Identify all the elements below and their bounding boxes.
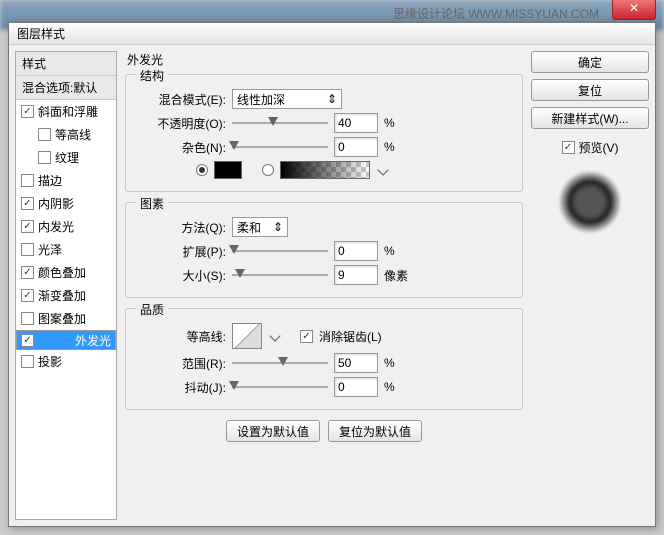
dialog-title: 图层样式 [9,23,655,45]
range-input[interactable] [334,353,378,373]
checkbox-icon[interactable] [21,312,34,325]
contour-picker[interactable] [232,323,262,349]
color-radio[interactable] [196,164,208,176]
preview-thumbnail [558,170,622,234]
sidebar-item-outer-glow[interactable]: ✓外发光 [16,330,116,350]
sidebar-item-stroke[interactable]: 描边 [16,169,116,192]
main-panel: 外发光 结构 混合模式(E): 线性加深⇕ 不透明度(O): % 杂色(N): … [125,51,523,520]
checkbox-icon[interactable] [21,355,34,368]
noise-input[interactable] [334,137,378,157]
unit-percent: % [384,140,395,154]
checkbox-icon[interactable] [38,128,51,141]
antialias-checkbox[interactable]: ✓ [300,330,313,343]
right-panel: 确定 复位 新建样式(W)... ✓ 预览(V) [531,51,649,520]
contour-label: 等高线: [136,328,226,345]
checkbox-icon[interactable]: ✓ [21,334,34,347]
new-style-button[interactable]: 新建样式(W)... [531,107,649,129]
spread-label: 扩展(P): [136,243,226,260]
sidebar-item-bevel[interactable]: ✓斜面和浮雕 [16,100,116,123]
glow-color-swatch[interactable] [214,161,242,179]
dropdown-icon[interactable] [269,330,280,341]
updown-icon: ⇕ [327,92,337,106]
preview-label: 预览(V) [579,139,619,156]
quality-group: 品质 等高线: ✓ 消除锯齿(L) 范围(R): % 抖动(J): % [125,308,523,410]
dropdown-icon[interactable] [377,164,388,175]
cancel-button[interactable]: 复位 [531,79,649,101]
unit-px: 像素 [384,267,408,284]
technique-label: 方法(Q): [136,219,226,236]
make-default-button[interactable]: 设置为默认值 [226,420,320,442]
checkbox-icon[interactable]: ✓ [21,105,34,118]
sidebar-item-drop-shadow[interactable]: 投影 [16,350,116,373]
technique-select[interactable]: 柔和⇕ [232,217,288,237]
checkbox-icon[interactable] [21,243,34,256]
noise-slider[interactable] [232,139,328,155]
blend-mode-select[interactable]: 线性加深⇕ [232,89,342,109]
size-input[interactable] [334,265,378,285]
updown-icon: ⇕ [273,220,283,234]
preview-checkbox[interactable]: ✓ [562,141,575,154]
sidebar-item-pattern-overlay[interactable]: 图案叠加 [16,307,116,330]
watermark-text: 思缘设计论坛 WWW.MISSYUAN.COM [393,7,599,21]
sidebar-item-color-overlay[interactable]: ✓颜色叠加 [16,261,116,284]
sidebar-item-inner-shadow[interactable]: ✓内阴影 [16,192,116,215]
checkbox-icon[interactable]: ✓ [21,197,34,210]
unit-percent: % [384,380,395,394]
group-label-structure: 结构 [136,67,168,84]
sidebar-item-satin[interactable]: 光泽 [16,238,116,261]
opacity-slider[interactable] [232,115,328,131]
reset-default-button[interactable]: 复位为默认值 [328,420,422,442]
spread-input[interactable] [334,241,378,261]
window-close-button[interactable]: ✕ [612,0,656,20]
sidebar-item-gradient-overlay[interactable]: ✓渐变叠加 [16,284,116,307]
styles-sidebar: 样式 混合选项:默认 ✓斜面和浮雕 等高线 纹理 描边 ✓内阴影 ✓内发光 光泽… [15,51,117,520]
checkbox-icon[interactable]: ✓ [21,266,34,279]
jitter-input[interactable] [334,377,378,397]
sidebar-header-styles[interactable]: 样式 [16,52,116,76]
range-slider[interactable] [232,355,328,371]
layer-style-dialog: 图层样式 样式 混合选项:默认 ✓斜面和浮雕 等高线 纹理 描边 ✓内阴影 ✓内… [8,22,656,527]
group-label-elements: 图素 [136,195,168,212]
unit-percent: % [384,244,395,258]
checkbox-icon[interactable]: ✓ [21,220,34,233]
jitter-label: 抖动(J): [136,379,226,396]
group-label-quality: 品质 [136,301,168,318]
unit-percent: % [384,356,395,370]
checkbox-icon[interactable] [38,151,51,164]
opacity-label: 不透明度(O): [136,115,226,132]
antialias-label: 消除锯齿(L) [319,328,382,345]
sidebar-blending-options[interactable]: 混合选项:默认 [16,76,116,100]
sidebar-item-inner-glow[interactable]: ✓内发光 [16,215,116,238]
opacity-input[interactable] [334,113,378,133]
size-slider[interactable] [232,267,328,283]
effect-title: 外发光 [127,51,523,68]
sidebar-item-texture[interactable]: 纹理 [16,146,116,169]
glow-gradient-swatch[interactable] [280,161,370,179]
elements-group: 图素 方法(Q): 柔和⇕ 扩展(P): % 大小(S): 像素 [125,202,523,298]
jitter-slider[interactable] [232,379,328,395]
checkbox-icon[interactable]: ✓ [21,289,34,302]
spread-slider[interactable] [232,243,328,259]
ok-button[interactable]: 确定 [531,51,649,73]
checkbox-icon[interactable] [21,174,34,187]
size-label: 大小(S): [136,267,226,284]
structure-group: 结构 混合模式(E): 线性加深⇕ 不透明度(O): % 杂色(N): % [125,74,523,192]
sidebar-item-contour[interactable]: 等高线 [16,123,116,146]
noise-label: 杂色(N): [136,139,226,156]
range-label: 范围(R): [136,355,226,372]
unit-percent: % [384,116,395,130]
gradient-radio[interactable] [262,164,274,176]
blend-mode-label: 混合模式(E): [136,91,226,108]
